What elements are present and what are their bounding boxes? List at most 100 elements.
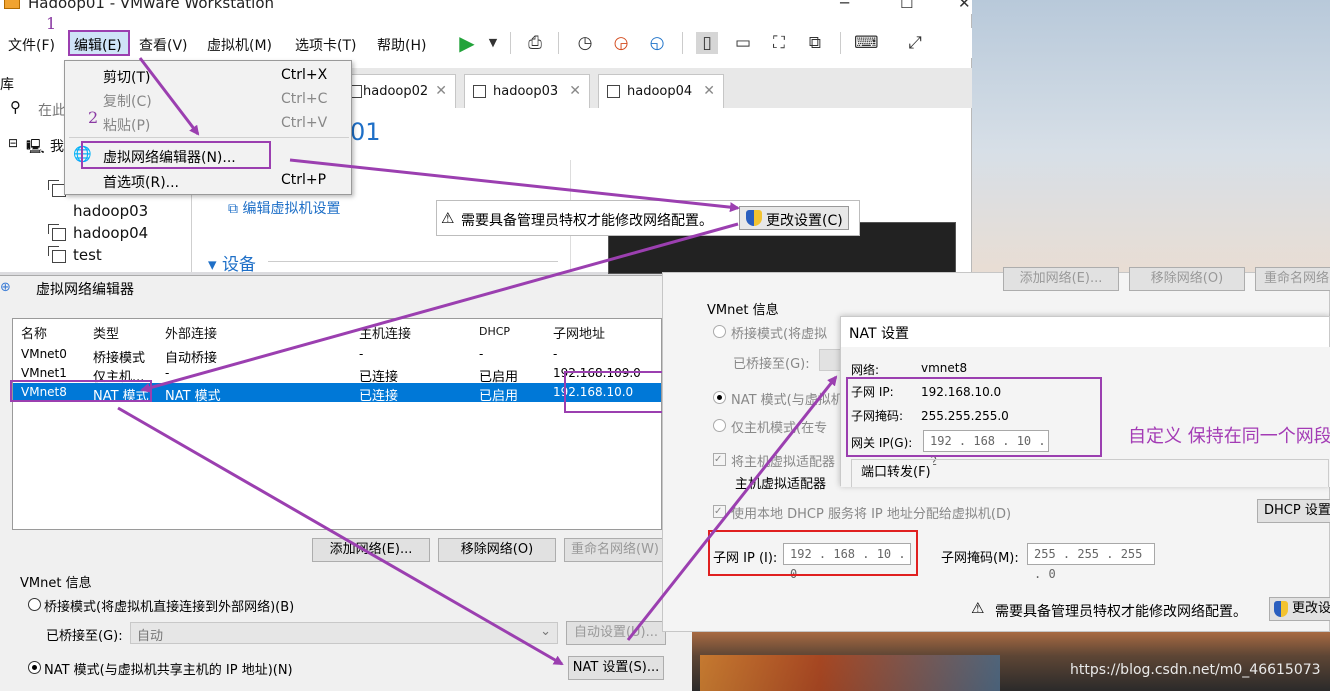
menu-view[interactable]: 查看(V) — [139, 35, 188, 55]
menu-file[interactable]: 文件(F) — [8, 35, 55, 55]
menu-item-copy[interactable]: 复制(C) — [103, 91, 152, 111]
revert-snapshot-icon[interactable]: ◶ — [610, 32, 632, 54]
network-table[interactable]: 名称 类型 外部连接 主机连接 DHCP 子网地址 VMnet0 桥接模式 自动… — [12, 318, 662, 530]
add-network-button-2[interactable]: 添加网络(E)... — [1003, 267, 1119, 291]
change-settings-label: 更改设置(C) — [766, 213, 843, 229]
col-name[interactable]: 名称 — [21, 323, 47, 342]
col-dhcp[interactable]: DHCP — [479, 325, 510, 338]
desktop-background — [972, 0, 1330, 275]
auto-settings-button[interactable]: 自动设置(U)... — [566, 621, 666, 645]
rename-network-button[interactable]: 重命名网络(W) — [564, 538, 664, 562]
bridged-to-select[interactable]: 自动 ⌄ — [130, 622, 558, 644]
menu-item-cut[interactable]: 剪切(T) — [103, 67, 150, 87]
shortcut-preferences: Ctrl+P — [281, 172, 327, 188]
search-icon[interactable]: ⚲ — [10, 98, 21, 116]
snapshot-manager-icon[interactable]: ◵ — [646, 32, 668, 54]
menu-item-preferences[interactable]: 首选项(R)... — [103, 172, 179, 192]
hostonly-label-2: 仅主机模式(在专 — [731, 421, 828, 436]
highlight-box — [846, 377, 1102, 457]
minimize-icon[interactable]: ─ — [840, 0, 849, 12]
step-number-2: 2 — [88, 108, 99, 127]
warning-icon: ⚠ — [441, 209, 455, 227]
vm-tab-icon — [607, 85, 620, 98]
rename-network-button-2[interactable]: 重命名网络 — [1255, 267, 1330, 291]
devices-section[interactable]: ▾ 设备 — [208, 250, 256, 275]
menu-help[interactable]: 帮助(H) — [377, 35, 426, 55]
admin-warning-bar: ⚠ 需要具备管理员特权才能修改网络配置。 更改设置(C) — [436, 200, 860, 236]
dhcp-settings-button[interactable]: DHCP 设置( — [1257, 499, 1330, 523]
change-settings-button-2[interactable]: 更改设 — [1269, 597, 1330, 621]
menu-edit[interactable]: 编辑(E) — [68, 30, 130, 56]
col-external[interactable]: 外部连接 — [165, 323, 217, 342]
subnet-mask-label: 子网掩码(M): — [941, 551, 1019, 566]
vm-item-test[interactable]: test — [73, 246, 102, 264]
nat-settings-button[interactable]: NAT 设置(S)... — [568, 656, 664, 680]
admin-warning-text-2: 需要具备管理员特权才能修改网络配置。 — [995, 604, 1247, 620]
cell: VMnet1 — [21, 366, 67, 380]
nat-radio-2[interactable] — [713, 391, 726, 404]
hostonly-radio-2[interactable] — [713, 419, 726, 432]
send-keys-icon[interactable]: ⎙ — [524, 32, 546, 54]
tab-label: hadoop03 — [493, 84, 559, 99]
vm-item-hadoop03[interactable]: hadoop03 — [73, 202, 148, 220]
my-computer[interactable]: 我 — [50, 136, 64, 156]
close-icon[interactable]: ✕ — [958, 0, 971, 12]
library-view-icon[interactable]: ▯ — [696, 32, 718, 54]
collapse-icon[interactable]: ⊟ — [8, 136, 18, 150]
nat-mode-radio[interactable] — [28, 661, 41, 674]
shortcut-copy: Ctrl+C — [281, 91, 328, 107]
search-input[interactable]: 在此 — [38, 100, 66, 120]
maximize-icon[interactable]: ☐ — [900, 0, 913, 12]
port-forward-group: 端口转发(F) — [859, 461, 933, 480]
subnet-mask-input[interactable]: 255 . 255 . 255 . 0 — [1027, 543, 1155, 581]
menu-item-paste[interactable]: 粘贴(P) — [103, 115, 150, 135]
chevron-down-icon[interactable]: ▼ — [482, 32, 504, 54]
bridge-mode-radio[interactable] — [28, 598, 41, 611]
unity-icon[interactable]: ⧉ — [804, 32, 826, 54]
remove-network-button-2[interactable]: 移除网络(O) — [1129, 267, 1245, 291]
remove-network-button[interactable]: 移除网络(O) — [438, 538, 556, 562]
adapter-name-label: 主机虚拟适配器 — [735, 477, 827, 492]
bridge-radio-2[interactable] — [713, 325, 726, 338]
close-tab-icon[interactable]: ✕ — [703, 83, 715, 99]
tab-hadoop04[interactable]: hadoop04 ✕ — [598, 74, 724, 108]
warning-icon: ⚠ — [971, 599, 985, 617]
col-type[interactable]: 类型 — [93, 323, 119, 342]
cell: NAT 模式 — [165, 389, 221, 404]
stretch-icon[interactable]: ⤢ — [904, 32, 926, 54]
edit-vm-settings-link[interactable]: ⧉ 编辑虚拟机设置 — [228, 198, 340, 218]
edit-vm-settings-label: 编辑虚拟机设置 — [242, 201, 341, 217]
cell: 已启用 — [479, 389, 519, 404]
console-icon[interactable]: ⌨ — [854, 32, 879, 54]
nat-dialog-title: NAT 设置 — [849, 326, 909, 342]
tab-hadoop02[interactable]: hadoop02 ✕ — [340, 74, 456, 108]
highlight-box — [81, 141, 271, 169]
connect-adapter-checkbox[interactable]: ✓ — [713, 453, 726, 466]
annotation-note: 自定义 保持在同一个网段 — [1128, 426, 1330, 447]
nat-label-2: NAT 模式(与虚拟机 — [731, 393, 844, 408]
vm-title: 01 — [350, 118, 381, 146]
menu-tabs[interactable]: 选项卡(T) — [295, 35, 356, 55]
dhcp-label: 使用本地 DHCP 服务将 IP 地址分配给虚拟机(D) — [731, 507, 1012, 522]
thumbnail-view-icon[interactable]: ▭ — [732, 32, 754, 54]
col-host[interactable]: 主机连接 — [359, 323, 411, 342]
table-row[interactable]: VMnet0 桥接模式 自动桥接 - - - — [13, 345, 661, 366]
cell: VMnet0 — [21, 347, 67, 361]
tab-hadoop03[interactable]: hadoop03 ✕ — [464, 74, 590, 108]
fullscreen-icon[interactable]: ⛶ — [768, 32, 790, 54]
add-network-button[interactable]: 添加网络(E)... — [312, 538, 430, 562]
close-tab-icon[interactable]: ✕ — [569, 83, 581, 99]
bridged-to-value: 自动 — [137, 629, 164, 644]
menu-vm[interactable]: 虚拟机(M) — [207, 35, 272, 55]
cell: - — [479, 347, 484, 361]
vm-item-hadoop04[interactable]: hadoop04 — [73, 224, 148, 242]
power-on-icon[interactable]: ▶ — [456, 32, 478, 54]
close-tab-icon[interactable]: ✕ — [435, 83, 447, 99]
change-settings-button[interactable]: 更改设置(C) — [739, 206, 849, 230]
col-subnet[interactable]: 子网地址 — [553, 323, 605, 342]
dhcp-checkbox[interactable]: ✓ — [713, 505, 726, 518]
vmnet-info-heading-2: VMnet 信息 — [707, 303, 779, 318]
snapshot-icon[interactable]: ◷ — [574, 32, 596, 54]
cell: - — [359, 347, 364, 361]
cell: 已连接 — [359, 389, 399, 404]
